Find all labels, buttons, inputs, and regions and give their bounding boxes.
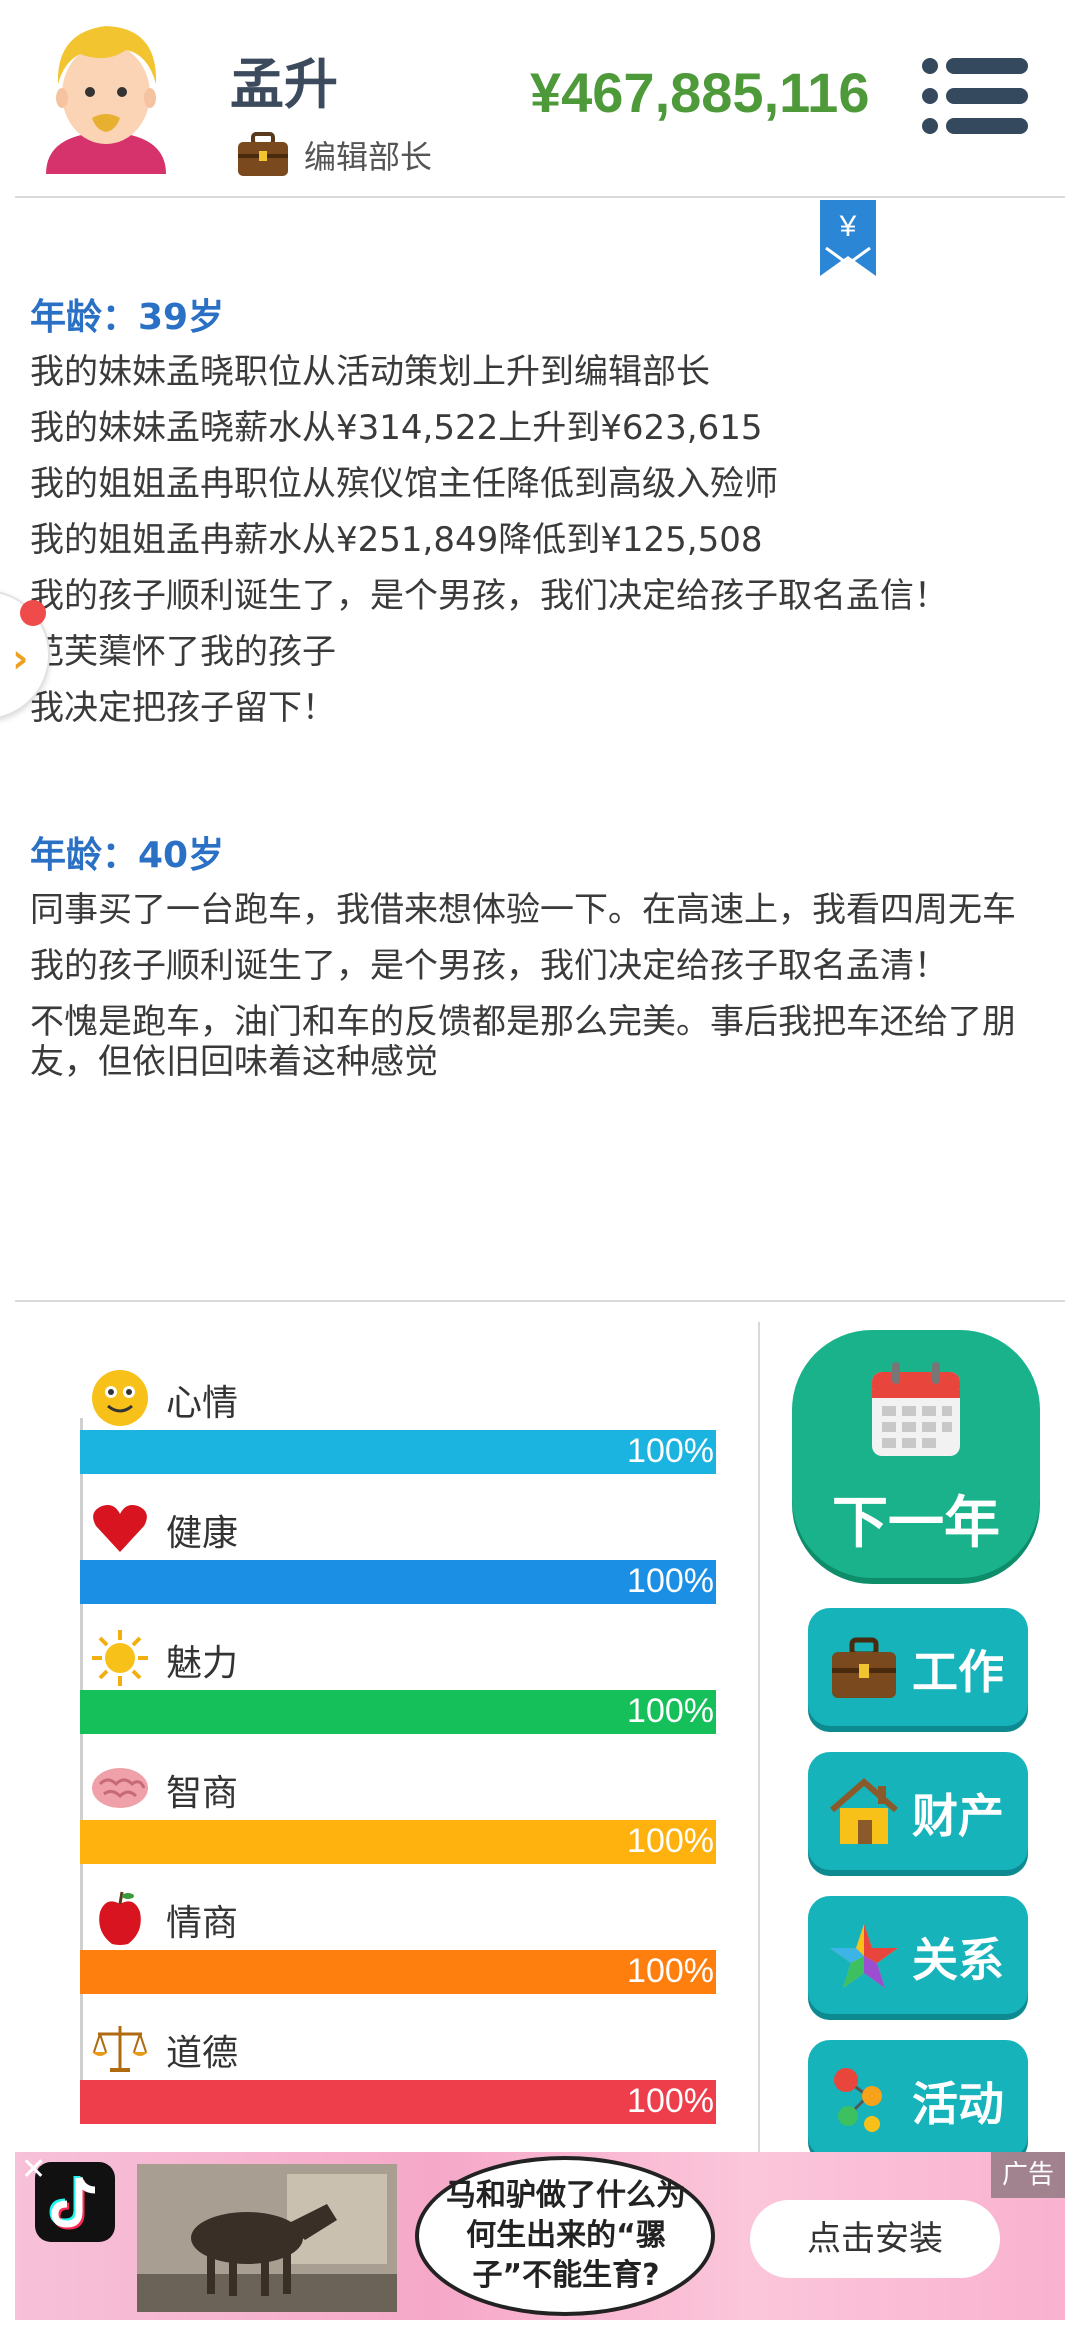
next-year-label: 下一年 bbox=[832, 1491, 1000, 1556]
stat-value: 100% bbox=[627, 1432, 714, 1470]
age-heading: 年龄：40岁 bbox=[30, 835, 225, 876]
stat-value: 100% bbox=[627, 1822, 714, 1860]
relations-button[interactable]: 关系 bbox=[808, 1896, 1028, 2014]
next-year-button[interactable]: 下一年 bbox=[792, 1330, 1040, 1578]
log-line: 我的妹妹孟晓职位从活动策划上升到编辑部长 bbox=[30, 352, 710, 392]
log-line: 我决定把孩子留下！ bbox=[30, 688, 336, 728]
stat-label: 魅力 bbox=[166, 1643, 239, 1684]
stat-bar-fill bbox=[80, 1560, 716, 1604]
stat-value: 100% bbox=[627, 1952, 714, 1990]
stat-iq: 智商 100% bbox=[80, 1750, 720, 1880]
log-gap bbox=[30, 744, 1050, 834]
ad-install-button[interactable]: 点击安装 bbox=[750, 2200, 1000, 2278]
log-line: 我的姐姐孟冉职位从殡仪馆主任降低到高级入殓师 bbox=[30, 464, 778, 504]
stat-bar: 100% bbox=[80, 1820, 716, 1864]
ad-image bbox=[137, 2164, 397, 2312]
header-divider bbox=[15, 196, 1065, 198]
notification-dot bbox=[20, 600, 46, 626]
log-line: 我的孩子顺利诞生了，是个男孩，我们决定给孩子取名孟信！ bbox=[30, 576, 948, 616]
game-screen: 孟升 编辑部长 ¥467,885,116 ¥ 年龄：39岁 我的妹妹孟晓职位从活… bbox=[0, 0, 1080, 2340]
ad-tag: 广告 bbox=[991, 2152, 1065, 2198]
activity-button[interactable]: 活动 bbox=[808, 2040, 1028, 2158]
sun-icon bbox=[92, 1630, 148, 1686]
stat-eq: 情商 100% bbox=[80, 1880, 720, 2010]
stats-panel: 心情 100% 健康 100% 魅力 100% 智商 100% 情商 100% … bbox=[80, 1360, 720, 2140]
property-label: 财产 bbox=[912, 1789, 1004, 1843]
stat-health: 健康 100% bbox=[80, 1490, 720, 1620]
stat-label: 情商 bbox=[166, 1903, 239, 1944]
stat-bar-fill bbox=[80, 1820, 716, 1864]
smiley-icon bbox=[92, 1370, 148, 1426]
stat-charm: 魅力 100% bbox=[80, 1620, 720, 1750]
stat-bar-fill bbox=[80, 2080, 716, 2124]
stat-bar-fill bbox=[80, 1690, 716, 1734]
ad-headline: 马和驴做了什么为何生出来的“骡子”不能生育? bbox=[446, 2178, 686, 2293]
stat-bar: 100% bbox=[80, 1430, 716, 1474]
log-line: 我的姐姐孟冉薪水从¥251,849降低到¥125,508 bbox=[30, 520, 763, 560]
activity-label: 活动 bbox=[912, 2077, 1004, 2131]
activity-dots-icon bbox=[834, 2068, 882, 2132]
bookmark-symbol: ¥ bbox=[839, 210, 857, 243]
stat-bar: 100% bbox=[80, 2080, 716, 2124]
money-balance: ¥467,885,116 bbox=[530, 61, 870, 124]
work-button[interactable]: 工作 bbox=[808, 1608, 1028, 1726]
stat-value: 100% bbox=[627, 2082, 714, 2120]
star-icon bbox=[830, 1924, 898, 1988]
avatar[interactable] bbox=[36, 14, 176, 179]
stat-morality: 道德 100% bbox=[80, 2010, 720, 2140]
ad-banner[interactable]: ✕ 马和驴做了什么为何生出来的“骡子”不能生育? 点击安装 广告 bbox=[15, 2152, 1065, 2320]
work-label: 工作 bbox=[912, 1645, 1004, 1699]
menu-icon[interactable] bbox=[920, 56, 1030, 136]
stat-value: 100% bbox=[627, 1692, 714, 1730]
stat-bar-fill bbox=[80, 1430, 716, 1474]
age-heading: 年龄：39岁 bbox=[30, 297, 225, 338]
log-line: 同事买了一台跑车，我借来想体验一下。在高速上，我看四周无车 bbox=[30, 890, 1016, 930]
stat-label: 智商 bbox=[166, 1773, 239, 1814]
header: 孟升 编辑部长 ¥467,885,116 bbox=[0, 0, 1080, 196]
brain-icon bbox=[92, 1768, 148, 1808]
stat-label: 心情 bbox=[166, 1383, 239, 1424]
stat-label: 道德 bbox=[166, 2033, 239, 2074]
stat-bar-fill bbox=[80, 1950, 716, 1994]
stat-value: 100% bbox=[627, 1562, 714, 1600]
event-log: 年龄：39岁 我的妹妹孟晓职位从活动策划上升到编辑部长 我的妹妹孟晓薪水从¥31… bbox=[30, 296, 1050, 1098]
log-line: 不愧是跑车，油门和车的反馈都是那么完美。事后我把车还给了朋友，但依旧回味着这种感… bbox=[30, 1002, 1016, 1082]
house-icon bbox=[830, 1778, 898, 1844]
briefcase-icon bbox=[238, 132, 288, 176]
tiktok-logo-icon bbox=[35, 2162, 115, 2242]
briefcase-icon bbox=[832, 1637, 896, 1698]
player-name: 孟升 bbox=[230, 53, 338, 116]
panel-divider bbox=[758, 1322, 760, 2162]
property-button[interactable]: 财产 bbox=[808, 1752, 1028, 1870]
stat-bar: 100% bbox=[80, 1690, 716, 1734]
log-divider bbox=[15, 1300, 1065, 1302]
chevron-right-icon: › bbox=[12, 636, 29, 682]
job-title: 编辑部长 bbox=[304, 138, 433, 176]
money-bookmark[interactable]: ¥ bbox=[820, 200, 876, 276]
stat-mood: 心情 100% bbox=[80, 1360, 720, 1490]
job-row: 编辑部长 bbox=[236, 130, 432, 180]
stat-bar: 100% bbox=[80, 1560, 716, 1604]
relations-label: 关系 bbox=[912, 1933, 1004, 1987]
scales-icon bbox=[92, 2026, 148, 2072]
stat-label: 健康 bbox=[166, 1513, 239, 1554]
log-line: 我的孩子顺利诞生了，是个男孩，我们决定给孩子取名孟清！ bbox=[30, 946, 948, 986]
calendar-icon bbox=[872, 1362, 960, 1456]
log-line: 范芙蕖怀了我的孩子 bbox=[30, 632, 336, 672]
ad-close-icon[interactable]: ✕ bbox=[21, 2152, 46, 2187]
log-line: 我的妹妹孟晓薪水从¥314,522上升到¥623,615 bbox=[30, 408, 763, 448]
apple-icon bbox=[99, 1891, 141, 1945]
stat-bar: 100% bbox=[80, 1950, 716, 1994]
heart-icon bbox=[93, 1505, 147, 1552]
bookmark-icon: ¥ bbox=[820, 200, 876, 276]
